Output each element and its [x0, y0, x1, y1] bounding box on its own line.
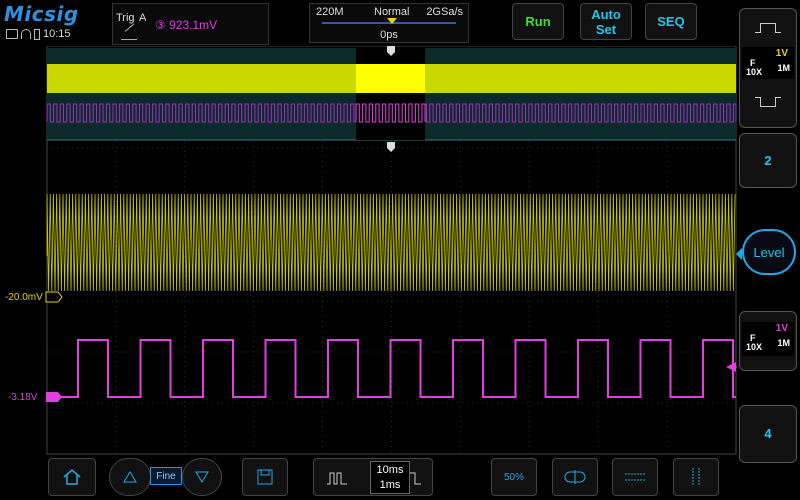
run-button[interactable]: Run: [512, 3, 564, 40]
clock: 10:15: [43, 28, 71, 40]
fifty-percent-button[interactable]: 50%: [491, 458, 537, 496]
ch2-label: 2: [764, 153, 772, 168]
ch1-scale: 1V: [775, 48, 788, 59]
ch3-scale: 1V: [775, 323, 788, 334]
horizontal-cursor-button[interactable]: [612, 458, 658, 496]
home-icon: [63, 469, 81, 485]
horizontal-position: 0ps: [380, 29, 398, 41]
auto-set-line1: Auto: [591, 6, 621, 22]
ch3-impedance: 1M: [777, 338, 790, 348]
time-div-main: 10ms: [376, 464, 404, 476]
ch1-marker: [45, 291, 63, 303]
ch3-waveform: [47, 339, 736, 398]
ch3-offset-label: -3.18V: [8, 392, 38, 403]
memory-position-bar: [322, 18, 456, 24]
vertical-lines-icon: [692, 468, 700, 486]
auto-set-button[interactable]: Auto Set: [580, 3, 632, 40]
home-button[interactable]: [48, 458, 96, 496]
trigger-panel[interactable]: Trig A ③ 923.1mV: [112, 3, 269, 45]
triangle-up-icon: [123, 471, 137, 483]
floppy-icon: [257, 469, 273, 485]
trigger-position-marker: [387, 142, 395, 152]
seq-button[interactable]: SEQ: [645, 3, 697, 40]
brand-logo: Micsig: [4, 2, 79, 26]
vertical-cursor-button[interactable]: [673, 458, 719, 496]
memory-depth: 220M: [316, 6, 344, 18]
acquire-mode: Normal: [374, 6, 410, 18]
ch3-probe: 10X: [746, 342, 763, 352]
channel-1-info: 1V F 10X 1M: [742, 47, 794, 79]
ch1-offset-label: -20.0mV: [5, 292, 43, 303]
status-bar: 10:15: [6, 28, 71, 40]
ch1-probe: 10X: [746, 67, 763, 77]
center-button[interactable]: [552, 458, 598, 496]
horizontal-lines-icon: [625, 473, 645, 481]
ch1-impedance: 1M: [777, 63, 790, 73]
scroll-down-button[interactable]: [182, 458, 222, 496]
positive-pulse-icon: [755, 23, 781, 33]
level-button[interactable]: Level: [736, 229, 796, 275]
ch4-label: 4: [764, 426, 772, 441]
overview-view-window: [356, 48, 425, 140]
rising-edge-icon: [121, 30, 137, 40]
compress-time-icon: [327, 472, 347, 485]
sample-rate: 2GSa/s: [426, 6, 463, 18]
timebase-panel[interactable]: 220M Normal 2GSa/s 0ps: [309, 3, 469, 43]
wifi-icon: [21, 29, 31, 39]
ch3-marker: [46, 392, 62, 402]
save-button[interactable]: [242, 458, 288, 496]
time-div-zoom: 1ms: [379, 479, 401, 491]
channel-4-button[interactable]: 4: [739, 405, 797, 463]
fine-toggle[interactable]: Fine: [150, 467, 182, 485]
trigger-level: ③ 923.1mV: [155, 18, 218, 32]
trigger-label: Trig: [116, 12, 135, 24]
negative-pulse-icon: [755, 97, 781, 107]
center-icon: [564, 470, 586, 484]
ch1-waveform: [46, 193, 736, 292]
scroll-up-button[interactable]: [109, 458, 151, 496]
battery-icon: [34, 28, 40, 40]
auto-set-line2: Set: [595, 21, 617, 37]
waveform-display[interactable]: [0, 46, 737, 456]
triangle-down-icon: [195, 471, 209, 483]
channel-3-info: 1V F 10X 1M: [742, 322, 794, 356]
channel-1-panel[interactable]: 1V F 10X 1M: [739, 8, 797, 128]
monitor-icon: [6, 29, 18, 39]
trigger-source: A: [139, 12, 147, 24]
channel-2-button[interactable]: 2: [739, 133, 797, 188]
channel-3-panel[interactable]: 1V F 10X 1M: [739, 311, 797, 371]
time-per-div: 10ms 1ms: [370, 461, 410, 494]
brand-area: Micsig 10:15: [4, 2, 84, 42]
